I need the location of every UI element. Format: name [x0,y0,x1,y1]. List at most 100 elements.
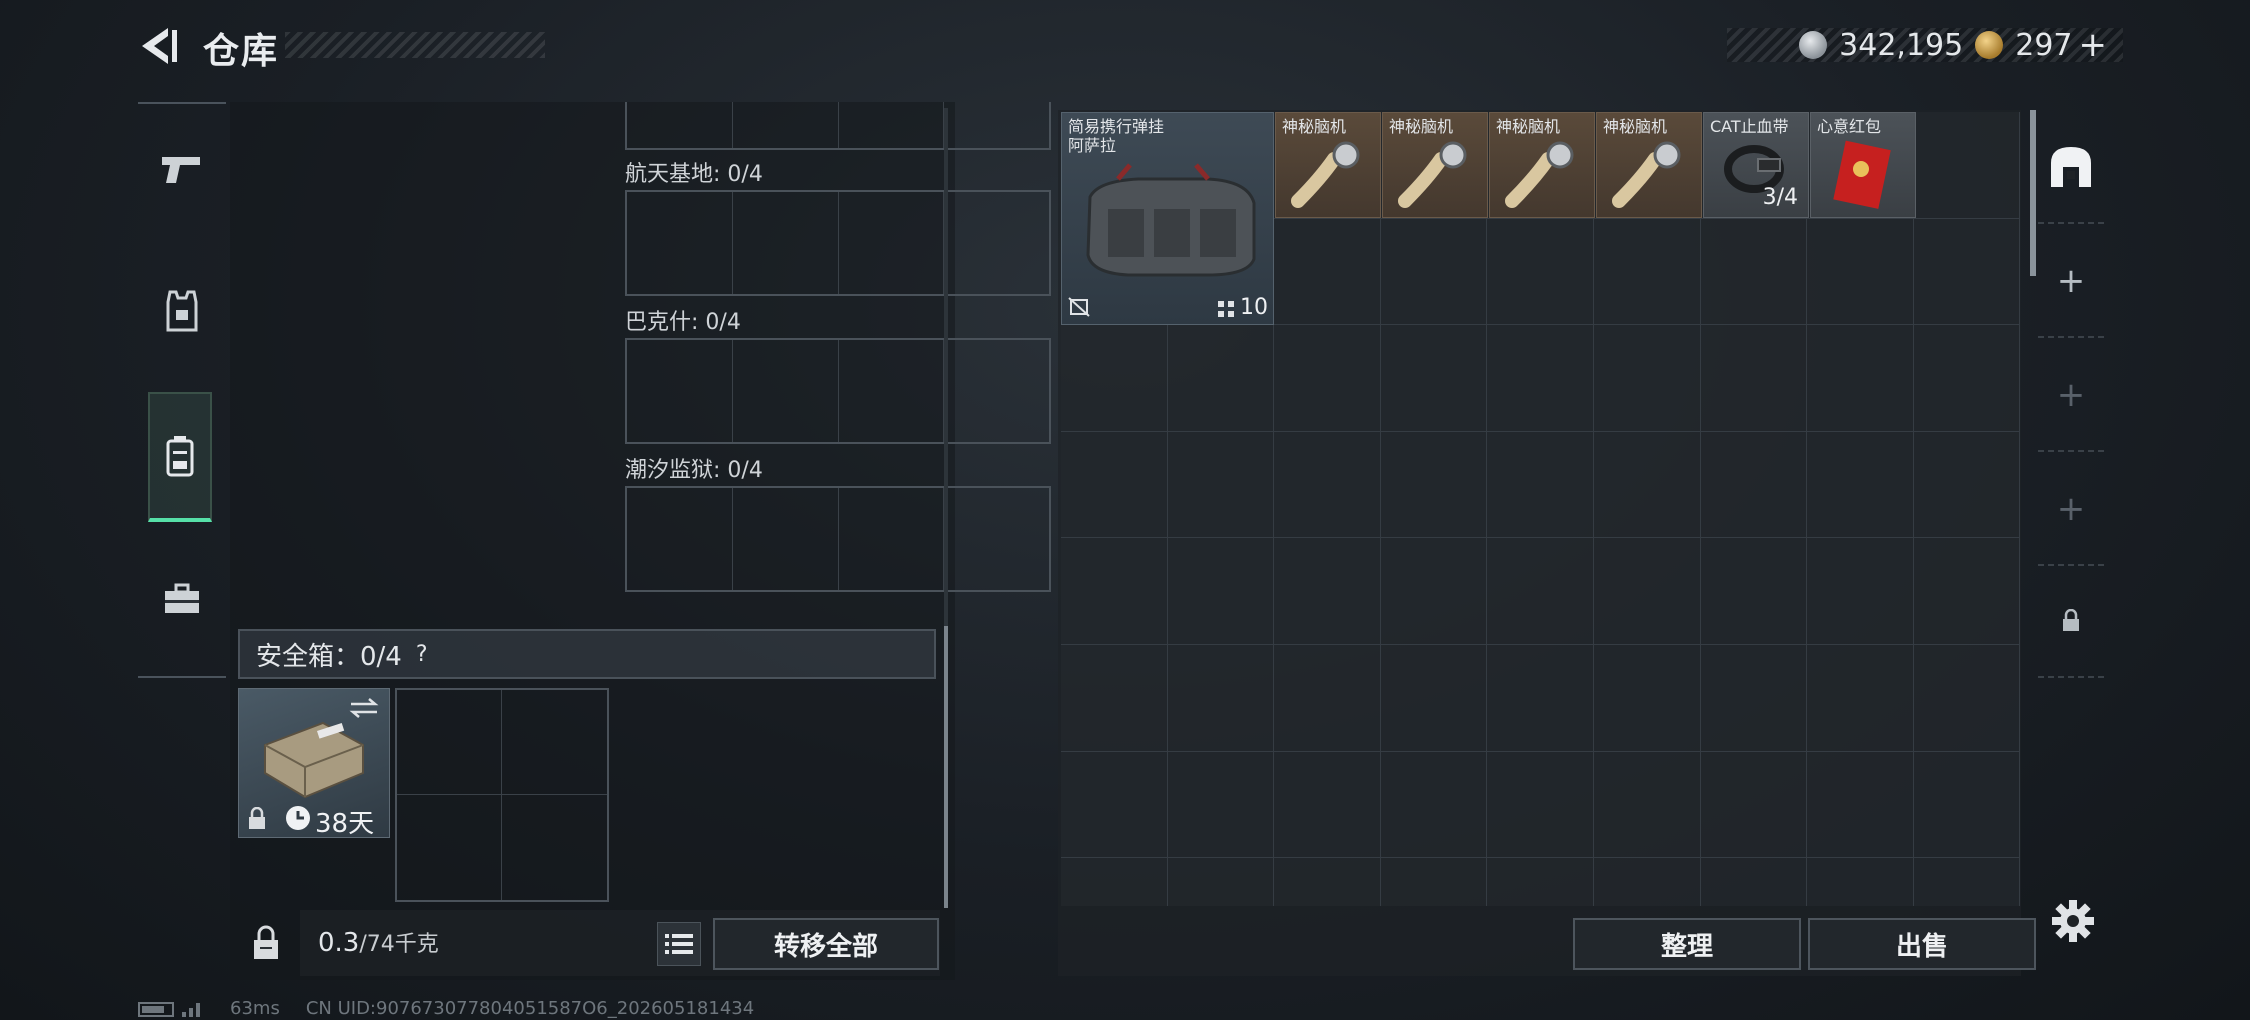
safebox-container-item[interactable]: 38天 [238,688,390,839]
warehouse-grid-cell[interactable] [1487,431,1594,539]
warehouse-grid-cell[interactable] [1700,538,1808,645]
right-scrollbar-thumb[interactable] [2030,110,2036,276]
warehouse-grid-cell[interactable] [1274,644,1381,752]
warehouse-grid-cell[interactable] [1593,218,1701,326]
warehouse-grid-cell[interactable] [1807,431,1914,539]
add-warehouse-tab-3[interactable]: + [2038,454,2104,566]
warehouse-grid-cell[interactable] [1593,858,1701,906]
carry-weight: 0.3/74千克 [318,926,439,958]
item-cat-tourniquet[interactable]: CAT止血带 3/4 [1703,112,1809,218]
warehouse-grid-cell[interactable] [1380,538,1488,645]
list-view-button[interactable] [657,922,701,966]
warehouse-grid-cell[interactable] [1061,538,1168,645]
item-red-envelope[interactable]: 心意红包 [1810,112,1916,218]
warehouse-grid-cell[interactable] [1167,325,1275,432]
warehouse-grid-cell[interactable] [1487,218,1594,326]
add-warehouse-tab-2[interactable]: + [2038,340,2104,452]
warehouse-grid-cell[interactable] [1061,751,1168,859]
warehouse-grid-cell[interactable] [1913,218,2021,326]
warehouse-grid-cell[interactable] [1700,325,1808,432]
warehouse-grid-cell[interactable] [1274,751,1381,859]
item-name: 神秘脑机 [1603,117,1668,136]
add-currency-button[interactable]: + [2079,25,2108,65]
warehouse-grid-cell[interactable] [1061,325,1168,432]
nav-backpack[interactable] [148,392,212,522]
transfer-all-button[interactable]: 转移全部 [713,918,939,970]
warehouse-grid-cell[interactable] [1274,218,1381,326]
item-mystery-chip-2[interactable]: 神秘脑机 [1382,112,1488,218]
left-scrollbar-thumb[interactable] [944,626,948,908]
item-mystery-chip-3[interactable]: 神秘脑机 [1489,112,1595,218]
warehouse-grid-cell[interactable] [1700,218,1808,326]
warehouse-grid-cell[interactable] [1061,431,1168,539]
item-mystery-chip-4[interactable]: 神秘脑机 [1596,112,1702,218]
warehouse-grid-cell[interactable] [1061,858,1168,906]
warehouse-grid-cell[interactable] [1913,431,2021,539]
warehouse-grid-cell[interactable] [1380,431,1488,539]
swap-icon[interactable] [349,697,379,719]
locked-warehouse-tab[interactable] [2038,566,2104,678]
warehouse-grid-cell[interactable] [1700,644,1808,752]
warehouse-grid-cell[interactable] [1167,858,1275,906]
warehouse-grid-cell[interactable] [1807,644,1914,752]
warehouse-grid-cell[interactable] [1167,751,1275,859]
map-slot-grid-aerospace[interactable] [625,190,1051,296]
warehouse-grid-cell[interactable] [1700,431,1808,539]
sell-button[interactable]: 出售 [1808,918,2036,970]
warehouse-grid-cell[interactable] [1913,751,2021,859]
item-mystery-chip-1[interactable]: 神秘脑机 [1275,112,1381,218]
warehouse-grid-cell[interactable] [1487,325,1594,432]
sort-button[interactable]: 整理 [1573,918,1801,970]
safebox-slot-grid[interactable] [395,688,609,902]
warehouse-grid-cell[interactable] [1274,538,1381,645]
warehouse-grid-cell[interactable] [1380,644,1488,752]
warehouse-grid-cell[interactable] [1274,431,1381,539]
warehouse-grid-cell[interactable] [1807,538,1914,645]
warehouse-grid-cell[interactable] [1913,644,2021,752]
warehouse-grid-cell[interactable] [1700,751,1808,859]
warehouse-grid-cell[interactable] [1380,751,1488,859]
warehouse-grid-cell[interactable] [1487,858,1594,906]
warehouse-grid-cell[interactable] [1487,644,1594,752]
nav-weapons[interactable] [138,104,226,234]
add-warehouse-tab-1[interactable]: + [2038,226,2104,338]
warehouse-grid-cell[interactable] [1593,431,1701,539]
warehouse-grid-cell[interactable] [1593,538,1701,645]
back-arrow-icon[interactable] [138,26,180,66]
warehouse-grid-cell[interactable] [1807,325,1914,432]
warehouse-grid-cell[interactable] [1167,538,1275,645]
warehouse-grid-cell[interactable] [1913,325,2021,432]
warehouse-grid-cell[interactable] [1487,751,1594,859]
warehouse-grid-cell[interactable] [1274,858,1381,906]
map-slot-grid-tidal-prison[interactable] [625,486,1051,592]
lock-icon [2063,609,2079,631]
warehouse-grid-cell[interactable] [1913,112,2021,219]
warehouse-grid-cell[interactable] [1913,538,2021,645]
warehouse-grid-cell[interactable] [1807,751,1914,859]
weight-lock-button[interactable] [238,910,294,976]
warehouse-grid-cell[interactable] [1380,858,1488,906]
warehouse-tab-main[interactable] [2038,112,2104,224]
warehouse-grid-cell[interactable] [1487,538,1594,645]
carry-weight-capacity: /74千克 [359,932,439,957]
warehouse-grid-cell[interactable] [1380,218,1488,326]
warehouse-grid-cell[interactable] [1167,644,1275,752]
gear-icon[interactable] [2052,900,2094,942]
warehouse-grid-cell[interactable] [1061,644,1168,752]
warehouse-grid-cell[interactable] [1593,325,1701,432]
map-slot-grid-top[interactable] [625,102,1051,150]
warehouse-grid-cell[interactable] [1807,218,1914,326]
item-chest-rig[interactable]: 简易携行弹挂 阿萨拉 10 [1061,112,1274,325]
warehouse-grid-cell[interactable] [1593,644,1701,752]
map-slot-grid-bakhsh[interactable] [625,338,1051,444]
warehouse-grid-cell[interactable] [1380,325,1488,432]
warehouse-grid-cell[interactable] [1167,431,1275,539]
nav-armor[interactable] [138,246,226,376]
warehouse-grid-cell[interactable] [1700,858,1808,906]
nav-equipment-case[interactable] [138,534,226,664]
warehouse-grid-cell[interactable] [1593,751,1701,859]
warehouse-grid-cell[interactable] [1274,325,1381,432]
help-icon[interactable]: ? [416,642,428,667]
warehouse-grid-cell[interactable] [1807,858,1914,906]
warehouse-grid-cell[interactable] [1913,858,2021,906]
